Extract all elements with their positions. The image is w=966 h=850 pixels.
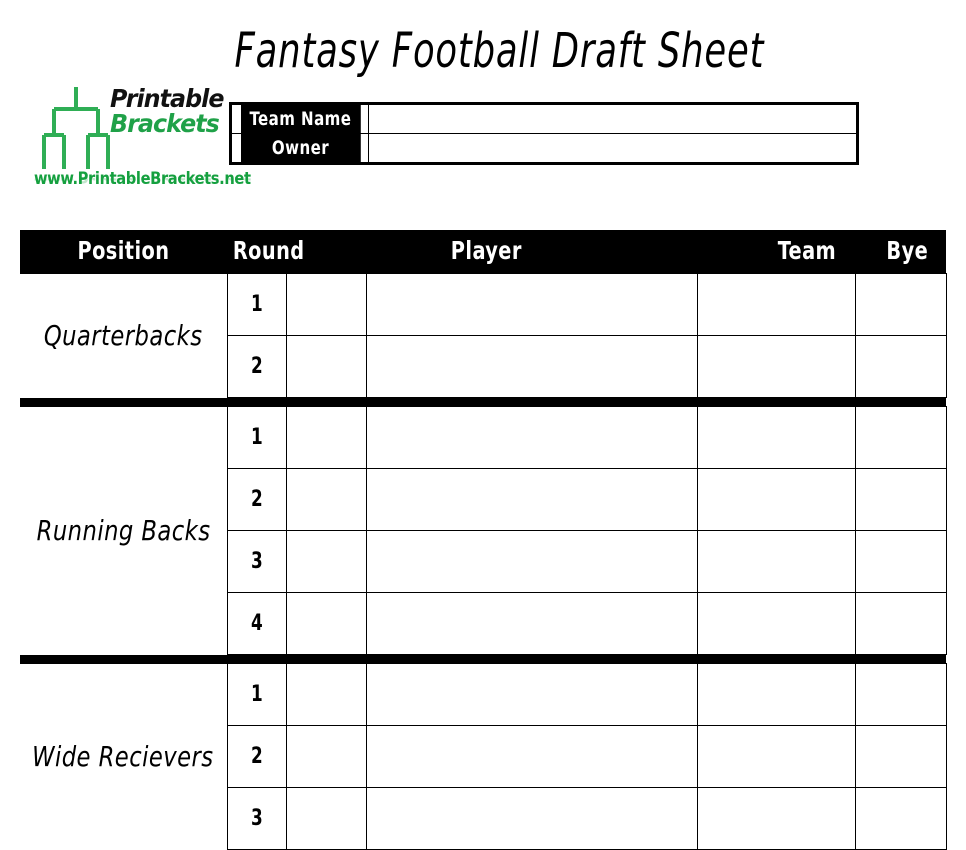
team-cell[interactable] <box>696 663 856 726</box>
gap-cell[interactable] <box>285 273 367 336</box>
player-cell[interactable] <box>365 725 698 788</box>
column-header-position: Position <box>20 230 227 274</box>
section-separator-bar <box>20 397 947 407</box>
round-number-cell: 4 <box>226 592 287 655</box>
bye-cell[interactable] <box>854 725 947 788</box>
round-number-cell: 2 <box>226 335 287 398</box>
position-label-text: Running Backs <box>36 514 211 547</box>
player-cell[interactable] <box>365 530 698 593</box>
team-cell[interactable] <box>696 725 856 788</box>
bracket-tree-icon <box>40 85 112 171</box>
round-number: 2 <box>250 744 263 769</box>
column-header-player: Player <box>286 230 698 274</box>
gap-cell[interactable] <box>285 468 367 531</box>
bye-cell[interactable] <box>854 530 947 593</box>
round-number: 2 <box>250 354 263 379</box>
round-number: 2 <box>250 487 263 512</box>
team-name-input[interactable] <box>368 104 857 134</box>
player-cell[interactable] <box>365 663 698 726</box>
gap-cell[interactable] <box>285 592 367 655</box>
team-cell[interactable] <box>696 406 856 469</box>
team-cell[interactable] <box>696 592 856 655</box>
bye-cell[interactable] <box>854 592 947 655</box>
logo-top-row: Printable Brackets <box>32 83 232 171</box>
printable-brackets-logo: Printable Brackets www.PrintableBrackets… <box>32 83 251 201</box>
position-label-1: Quarterbacks <box>20 273 228 398</box>
team-name-label: Team Name <box>239 104 361 134</box>
round-number-cell: 3 <box>226 530 287 593</box>
header-region: Printable Brackets www.PrintableBrackets… <box>0 83 966 203</box>
bye-cell[interactable] <box>854 663 947 726</box>
round-number-cell: 2 <box>226 468 287 531</box>
player-cell[interactable] <box>365 787 698 850</box>
team-name-row: Team Name <box>232 104 857 134</box>
round-number-cell: 1 <box>226 406 287 469</box>
team-info-box: Team Name Owner <box>229 102 859 165</box>
owner-input[interactable] <box>368 133 857 163</box>
column-header-team: Team <box>697 230 856 274</box>
section-separator <box>20 397 947 407</box>
round-number: 4 <box>250 611 263 636</box>
gap-cell[interactable] <box>285 335 367 398</box>
player-cell[interactable] <box>365 335 698 398</box>
round-number: 1 <box>250 425 263 450</box>
table-row: Running Backs 1 <box>20 406 947 655</box>
position-label-text: Wide Recievers <box>32 740 214 773</box>
team-cell[interactable] <box>696 335 856 398</box>
round-number-cell: 2 <box>226 725 287 788</box>
round-number: 3 <box>250 549 263 574</box>
team-cell[interactable] <box>696 530 856 593</box>
player-cell[interactable] <box>365 273 698 336</box>
table-row: Quarterbacks 1 <box>20 273 947 398</box>
bye-cell[interactable] <box>854 406 947 469</box>
bye-cell[interactable] <box>854 335 947 398</box>
round-number-cell: 1 <box>226 273 287 336</box>
table-header-row: Position Round Player Team Bye <box>20 230 947 274</box>
owner-row: Owner <box>232 133 857 163</box>
team-cell[interactable] <box>696 787 856 850</box>
owner-label: Owner <box>239 133 361 163</box>
player-cell[interactable] <box>365 592 698 655</box>
logo-wordmark: Printable Brackets <box>110 84 230 138</box>
column-header-round: Round <box>227 230 304 274</box>
bye-cell[interactable] <box>854 273 947 336</box>
logo-word-printable: Printable <box>110 84 224 113</box>
gap-cell[interactable] <box>285 663 367 726</box>
bye-cell[interactable] <box>854 787 947 850</box>
team-cell[interactable] <box>696 468 856 531</box>
bye-cell[interactable] <box>854 468 947 531</box>
gap-cell[interactable] <box>285 725 367 788</box>
logo-word-brackets: Brackets <box>110 109 220 138</box>
player-cell[interactable] <box>365 468 698 531</box>
position-label-3: Wide Recievers <box>20 663 228 850</box>
gap-cell[interactable] <box>285 787 367 850</box>
position-label-text: Quarterbacks <box>43 319 203 352</box>
round-number: 3 <box>250 806 263 831</box>
round-number: 1 <box>250 682 263 707</box>
section-separator <box>20 654 947 664</box>
round-number-cell: 1 <box>226 663 287 726</box>
table-row: Wide Recievers 1 <box>20 663 947 850</box>
gap-cell[interactable] <box>285 530 367 593</box>
gap-cell[interactable] <box>285 406 367 469</box>
round-number-cell: 3 <box>226 787 287 850</box>
player-cell[interactable] <box>365 406 698 469</box>
draft-sheet-table: Position Round Player Team Bye Quarterba… <box>20 230 947 850</box>
column-header-bye: Bye <box>855 230 947 274</box>
round-number: 1 <box>250 292 263 317</box>
section-separator-bar <box>20 654 947 664</box>
team-cell[interactable] <box>696 273 856 336</box>
logo-url-reflection: www.PrintableBrackets.net <box>34 177 251 186</box>
position-label-2: Running Backs <box>20 406 228 655</box>
page-title: Fantasy Football Draft Sheet <box>234 23 765 79</box>
